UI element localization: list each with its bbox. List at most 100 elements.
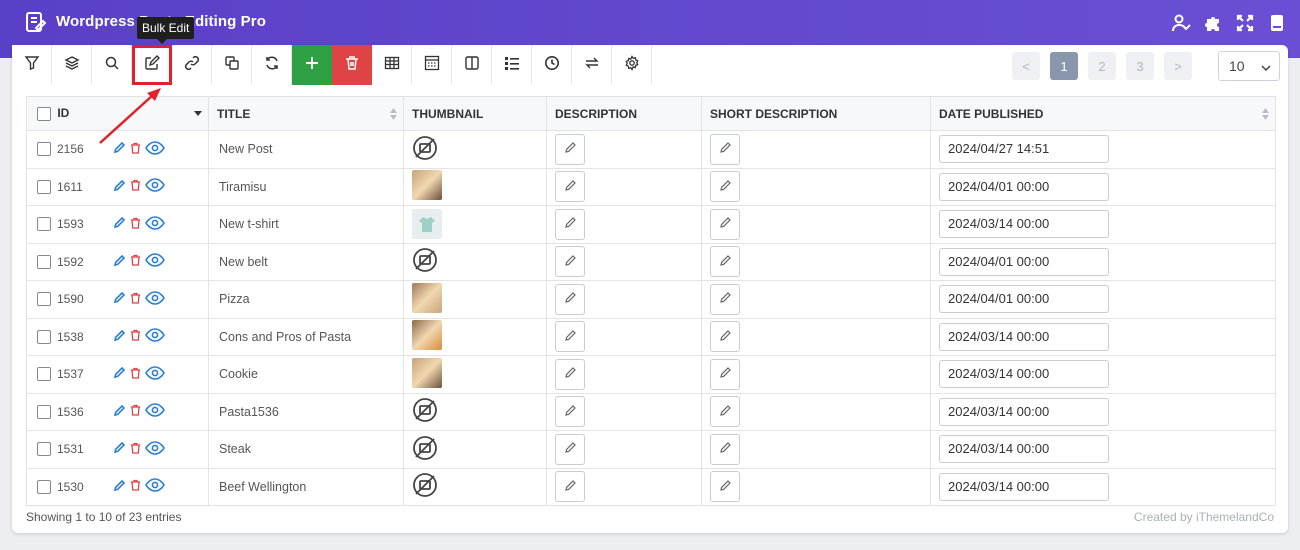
date-published-input[interactable]: 2024/03/14 00:00	[939, 435, 1109, 464]
history-button[interactable]	[532, 45, 572, 85]
row-checkbox[interactable]	[37, 292, 51, 307]
edit-short-description-button[interactable]	[710, 246, 740, 278]
trash-icon[interactable]	[130, 367, 141, 382]
date-published-input[interactable]: 2024/03/14 00:00	[939, 360, 1109, 389]
edit-icon[interactable]	[113, 179, 126, 195]
thumbnail-cell[interactable]	[403, 468, 547, 506]
edit-short-description-button[interactable]	[710, 358, 740, 390]
view-icon[interactable]	[145, 215, 165, 233]
edit-icon[interactable]	[113, 291, 126, 307]
thumbnail-cell[interactable]	[403, 430, 547, 469]
thumbnail-cell[interactable]	[403, 355, 547, 394]
title-cell[interactable]: Pizza	[208, 280, 404, 319]
row-checkbox[interactable]	[37, 479, 51, 494]
thumbnail-image[interactable]	[412, 282, 442, 313]
column-header-date-published[interactable]: DATE PUBLISHED	[930, 96, 1276, 131]
edit-short-description-button[interactable]	[710, 283, 740, 315]
page-button-2[interactable]: 2	[1088, 52, 1116, 80]
add-button[interactable]	[292, 45, 332, 85]
edit-description-button[interactable]	[555, 171, 585, 203]
view-icon[interactable]	[145, 290, 165, 308]
trash-icon[interactable]	[130, 179, 141, 194]
puzzle-icon[interactable]	[1202, 12, 1224, 34]
trash-icon[interactable]	[130, 329, 141, 344]
trash-icon[interactable]	[130, 479, 141, 494]
thumbnail-cell[interactable]	[403, 243, 547, 281]
row-checkbox[interactable]	[37, 179, 51, 194]
title-cell[interactable]: Tiramisu	[208, 168, 404, 206]
date-published-input[interactable]: 2024/04/01 00:00	[939, 172, 1109, 201]
date-published-input[interactable]: 2024/04/01 00:00	[939, 247, 1109, 276]
title-cell[interactable]: Cons and Pros of Pasta	[208, 318, 404, 356]
thumbnail-cell[interactable]	[403, 318, 547, 356]
layers-button[interactable]	[52, 45, 92, 85]
list-button[interactable]	[492, 45, 532, 85]
trash-icon[interactable]	[130, 404, 141, 419]
edit-icon[interactable]	[113, 404, 126, 420]
edit-icon[interactable]	[113, 441, 126, 457]
prev-page-button[interactable]: <	[1012, 52, 1040, 80]
column-header-title[interactable]: TITLE	[208, 96, 404, 131]
sort-icon[interactable]	[390, 108, 397, 123]
edit-description-button[interactable]	[555, 396, 585, 428]
edit-short-description-button[interactable]	[710, 171, 740, 203]
select-all-checkbox[interactable]	[37, 106, 51, 121]
edit-short-description-button[interactable]	[710, 396, 740, 428]
title-cell[interactable]: New belt	[208, 243, 404, 281]
title-cell[interactable]: New t-shirt	[208, 205, 404, 244]
search-button[interactable]	[92, 45, 132, 85]
thumbnail-image[interactable]	[412, 320, 442, 351]
trash-icon[interactable]	[130, 292, 141, 307]
user-icon[interactable]	[1170, 12, 1192, 34]
date-published-input[interactable]: 2024/03/14 00:00	[939, 397, 1109, 426]
edit-icon[interactable]	[113, 254, 126, 270]
edit-short-description-button[interactable]	[710, 471, 740, 503]
next-page-button[interactable]: >	[1164, 52, 1192, 80]
edit-icon[interactable]	[113, 216, 126, 232]
title-cell[interactable]: New Post	[208, 130, 404, 169]
thumbnail-image[interactable]	[412, 209, 442, 240]
page-button-1[interactable]: 1	[1050, 52, 1078, 80]
column-profile-button[interactable]	[412, 45, 452, 85]
split-columns-button[interactable]	[452, 45, 492, 85]
edit-icon[interactable]	[113, 329, 126, 345]
date-published-input[interactable]: 2024/03/14 00:00	[939, 322, 1109, 351]
title-cell[interactable]: Beef Wellington	[208, 468, 404, 506]
row-checkbox[interactable]	[37, 142, 51, 157]
edit-short-description-button[interactable]	[710, 208, 740, 240]
edit-short-description-button[interactable]	[710, 321, 740, 353]
thumbnail-image[interactable]	[412, 357, 442, 388]
edit-short-description-button[interactable]	[710, 433, 740, 465]
link-button[interactable]	[172, 45, 212, 85]
view-icon[interactable]	[145, 440, 165, 458]
date-published-input[interactable]: 2024/04/27 14:51	[939, 135, 1109, 164]
thumbnail-cell[interactable]	[403, 205, 547, 244]
book-icon[interactable]	[1266, 12, 1288, 34]
view-icon[interactable]	[145, 403, 165, 420]
table-button[interactable]	[372, 45, 412, 85]
edit-icon[interactable]	[113, 479, 126, 495]
row-checkbox[interactable]	[37, 442, 51, 457]
date-published-input[interactable]: 2024/03/14 00:00	[939, 210, 1109, 239]
trash-icon[interactable]	[130, 254, 141, 269]
row-checkbox[interactable]	[37, 367, 51, 382]
view-icon[interactable]	[145, 365, 165, 383]
trash-icon[interactable]	[130, 442, 141, 457]
view-icon[interactable]	[145, 478, 165, 495]
thumbnail-image[interactable]	[412, 170, 442, 201]
caret-down-icon[interactable]	[194, 111, 202, 116]
edit-description-button[interactable]	[555, 321, 585, 353]
filter-button[interactable]	[12, 45, 52, 85]
title-cell[interactable]: Steak	[208, 430, 404, 469]
thumbnail-cell[interactable]	[403, 280, 547, 319]
edit-description-button[interactable]	[555, 433, 585, 465]
date-published-input[interactable]: 2024/04/01 00:00	[939, 285, 1109, 314]
edit-description-button[interactable]	[555, 471, 585, 503]
thumbnail-cell[interactable]	[403, 130, 547, 169]
thumbnail-cell[interactable]	[403, 168, 547, 206]
edit-icon[interactable]	[113, 366, 126, 382]
per-page-select[interactable]: 10	[1218, 51, 1280, 81]
swap-button[interactable]	[572, 45, 612, 85]
row-checkbox[interactable]	[37, 217, 51, 232]
row-checkbox[interactable]	[37, 329, 51, 344]
